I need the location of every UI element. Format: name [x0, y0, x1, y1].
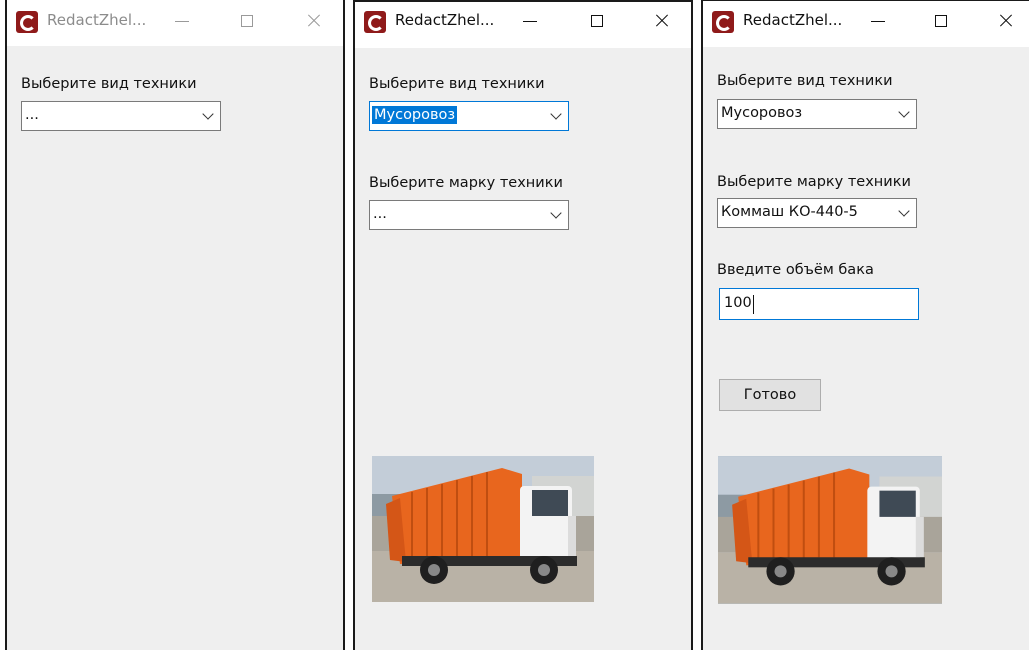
volume-input-value: 100	[724, 295, 752, 311]
chevron-down-icon[interactable]	[550, 207, 562, 219]
type-combobox-value: Мусоровоз	[721, 105, 803, 121]
volume-input[interactable]: 100	[719, 288, 919, 320]
app-icon	[712, 11, 734, 33]
brand-label: Выберите марку техники	[369, 175, 563, 191]
type-label: Выберите вид техники	[21, 76, 197, 92]
chevron-down-icon[interactable]	[898, 205, 910, 217]
type-combobox[interactable]: ...	[21, 101, 221, 131]
brand-combobox-value: ...	[373, 206, 387, 222]
close-icon[interactable]	[642, 6, 682, 36]
type-combobox-value: Мусоровоз	[372, 106, 458, 124]
type-combobox-value: ...	[25, 107, 39, 123]
title-bar[interactable]: RedactZhel...	[7, 0, 343, 46]
type-combobox[interactable]: Мусоровоз	[369, 101, 569, 131]
done-button[interactable]: Готово	[719, 379, 821, 411]
window-title: RedactZhel...	[743, 11, 843, 29]
volume-label: Введите объём бака	[717, 262, 874, 278]
chevron-down-icon[interactable]	[550, 108, 562, 120]
window-2: RedactZhel... Выберите вид техники Мусор…	[353, 0, 693, 650]
window-3: RedactZhel... Выберите вид техники Мусор…	[701, 0, 1029, 650]
window-1: RedactZhel... Выберите вид техники ...	[5, 0, 345, 650]
close-icon[interactable]	[294, 6, 334, 36]
maximize-icon[interactable]	[577, 6, 617, 36]
brand-combobox[interactable]: Коммаш КО-440-5	[717, 198, 917, 228]
minimize-icon[interactable]	[858, 6, 898, 36]
type-combobox[interactable]: Мусоровоз	[717, 99, 917, 129]
maximize-icon[interactable]	[227, 6, 267, 36]
app-icon	[364, 11, 386, 33]
garbage-truck-image	[372, 456, 594, 602]
minimize-icon[interactable]	[162, 6, 202, 36]
type-label: Выберите вид техники	[369, 76, 545, 92]
close-icon[interactable]	[986, 6, 1026, 36]
garbage-truck-image	[718, 456, 942, 604]
title-bar[interactable]: RedactZhel...	[355, 2, 691, 48]
type-label: Выберите вид техники	[717, 73, 893, 89]
chevron-down-icon[interactable]	[202, 108, 214, 120]
chevron-down-icon[interactable]	[898, 106, 910, 118]
text-caret	[753, 295, 754, 314]
brand-label: Выберите марку техники	[717, 174, 911, 190]
minimize-icon[interactable]	[510, 6, 550, 36]
brand-combobox-value: Коммаш КО-440-5	[721, 204, 858, 220]
title-bar[interactable]: RedactZhel...	[703, 1, 1029, 47]
maximize-icon[interactable]	[921, 6, 961, 36]
window-title: RedactZhel...	[47, 11, 147, 29]
brand-combobox[interactable]: ...	[369, 200, 569, 230]
window-title: RedactZhel...	[395, 11, 495, 29]
app-icon	[16, 11, 38, 33]
